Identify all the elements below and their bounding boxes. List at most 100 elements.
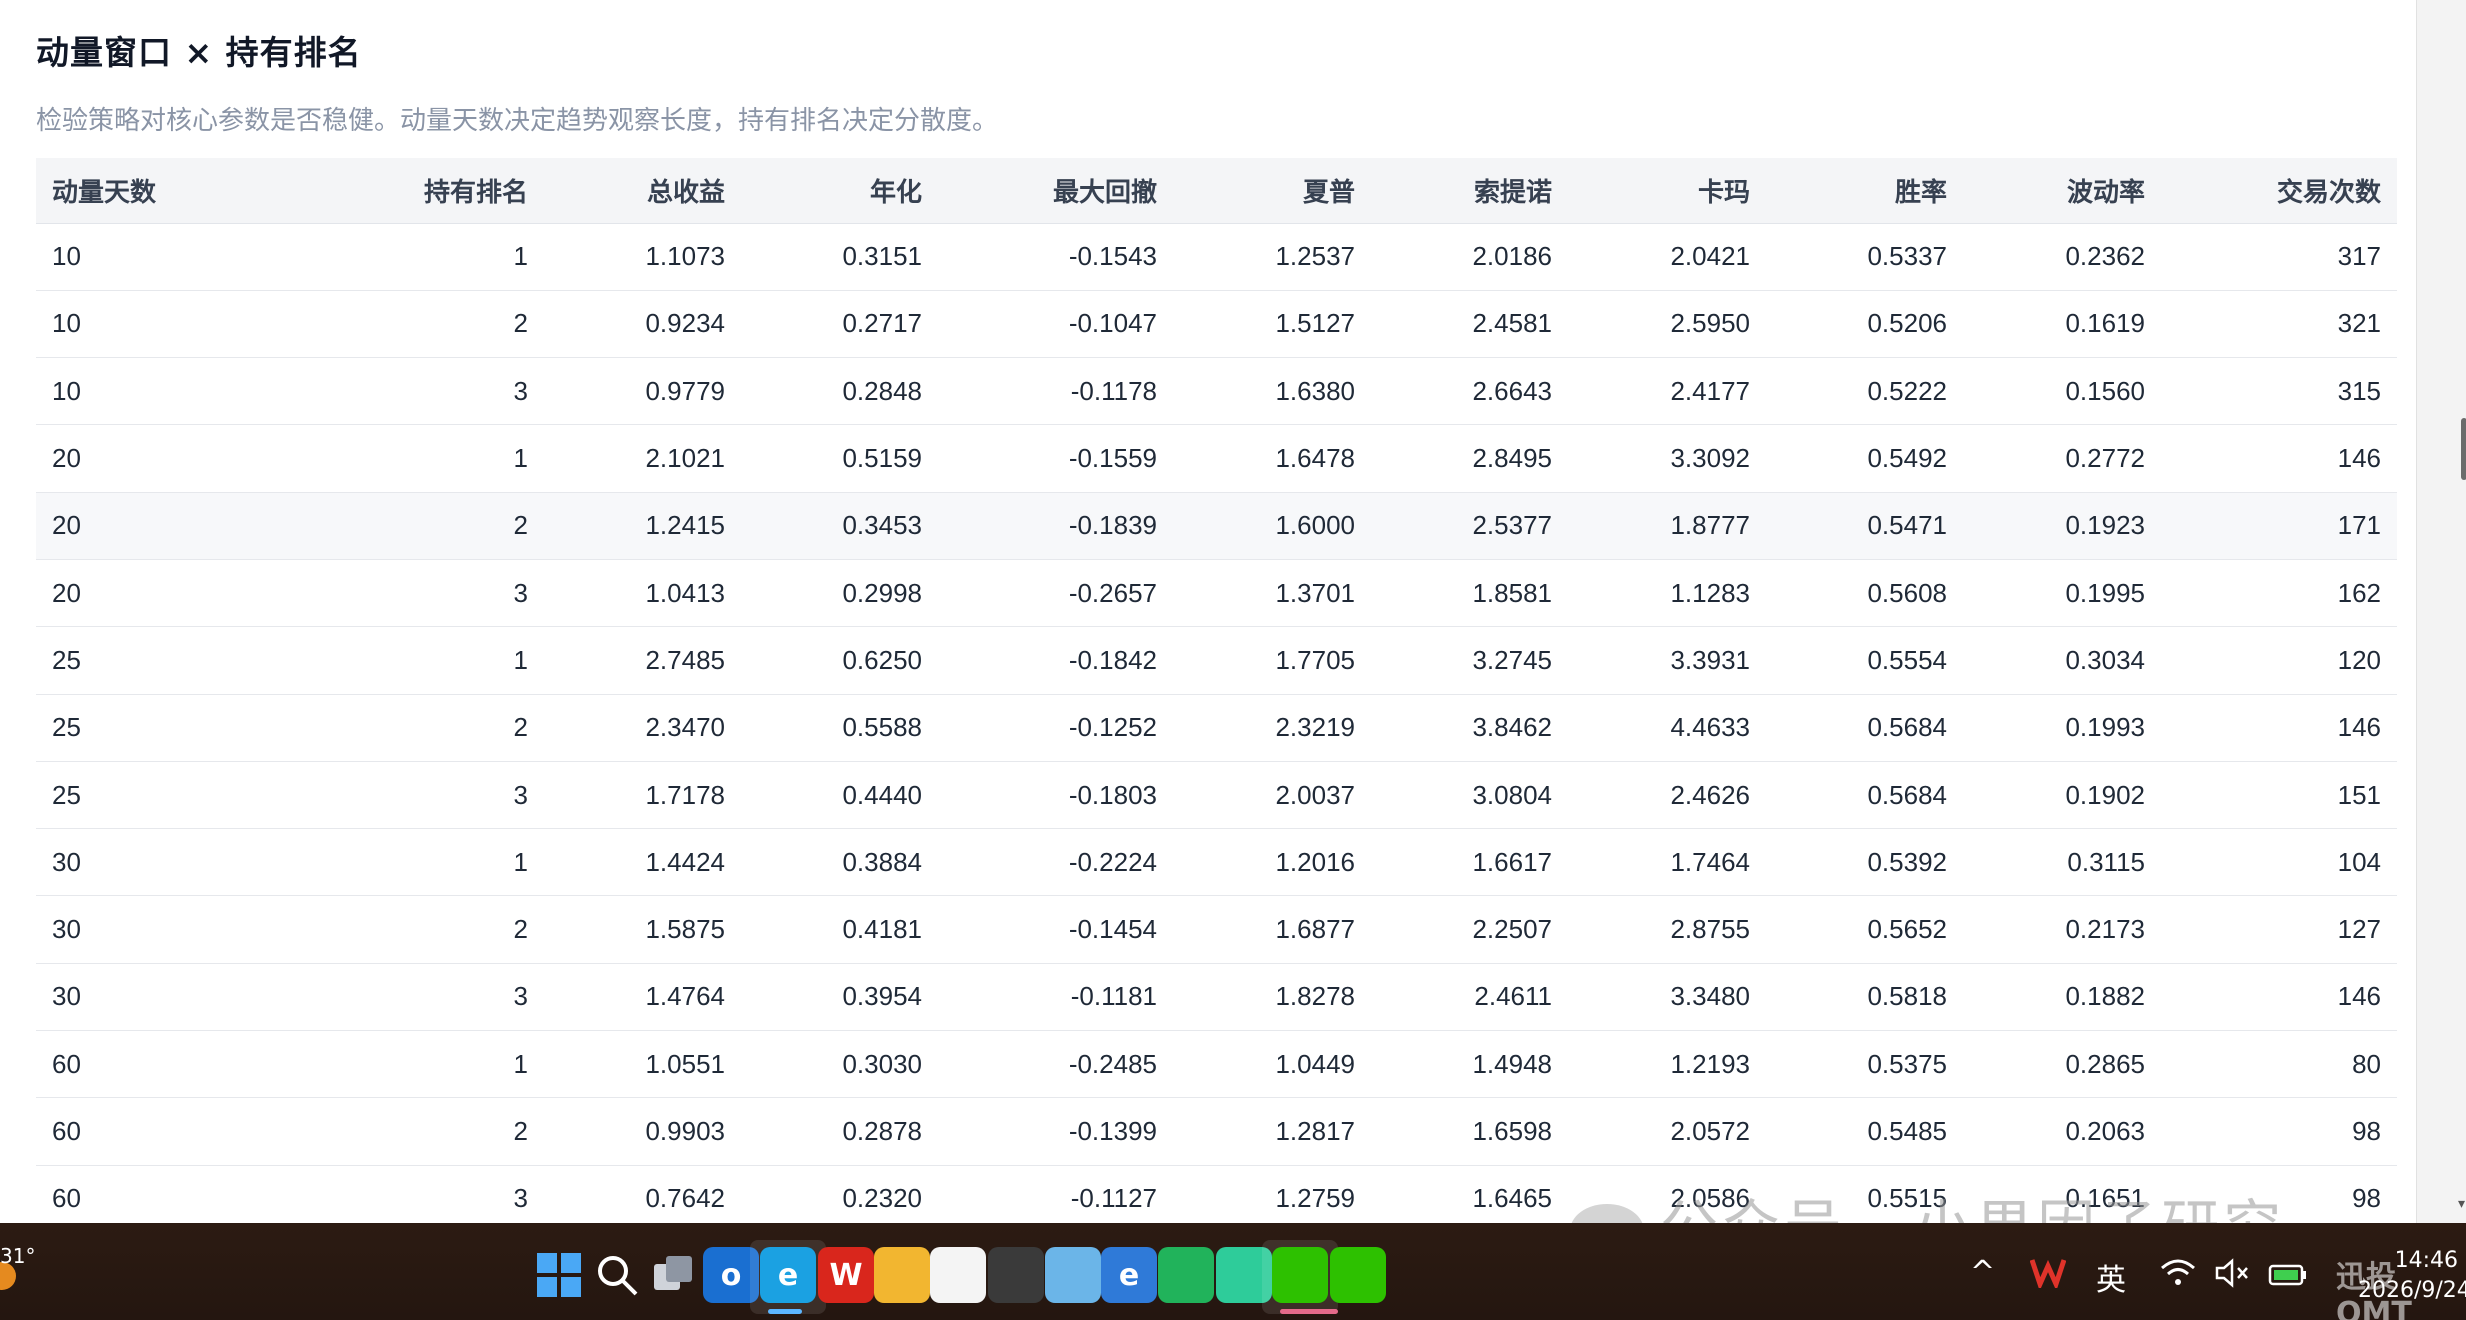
table-cell: 80: [2161, 1030, 2397, 1099]
table-row[interactable]: 30 3 1.4764 0.3954 -0.1181 1.8278 2.4611 3.3480…: [36, 963, 2397, 1032]
table-cell: 0.2717: [741, 290, 938, 359]
table-cell: 1.2016: [1173, 828, 1371, 897]
table-cell: 0.5471: [1766, 492, 1963, 560]
table-row[interactable]: 10 3 0.9779 0.2848 -0.1178 1.6380 2.6643 2.4177…: [36, 357, 2397, 426]
table-cell: 2.6643: [1371, 357, 1568, 426]
weather-temp[interactable]: 31°: [0, 1244, 35, 1268]
tray-overflow-chevron-icon[interactable]: ^: [1970, 1255, 1995, 1290]
table-cell: 1.5127: [1173, 290, 1371, 359]
table-cell: -0.2485: [938, 1030, 1173, 1099]
table-cell: 0.9903: [544, 1097, 741, 1166]
table-cell: 2.3219: [1173, 694, 1371, 762]
table-cell: 0.2848: [741, 357, 938, 426]
table-cell: 1: [206, 626, 544, 695]
right-scroll-panel: [2416, 0, 2466, 1223]
table-cell: 2.7485: [544, 626, 741, 695]
ime-indicator[interactable]: 英: [2096, 1255, 2126, 1299]
table-row[interactable]: 30 2 1.5875 0.4181 -0.1454 1.6877 2.2507 2.8755…: [36, 895, 2397, 964]
bag-app-icon[interactable]: [1158, 1247, 1214, 1303]
store-icon[interactable]: [930, 1247, 986, 1303]
tray-wps-icon[interactable]: [2029, 1256, 2067, 1291]
file-explorer-icon[interactable]: [874, 1247, 930, 1303]
wifi-icon[interactable]: [2160, 1258, 2196, 1296]
table-cell: 1.4948: [1371, 1030, 1568, 1099]
edge-icon[interactable]: e: [760, 1247, 816, 1303]
results-table-container: 动量天数 持有排名 总收益 年化 最大回撤 夏普 索提诺 卡玛 胜率 波动率 交易次数 10 1 1.1…: [36, 158, 2397, 1223]
table-cell: 60: [36, 1165, 206, 1223]
table-row[interactable]: 25 2 2.3470 0.5588 -0.1252 2.3219 3.8462 4.4633…: [36, 694, 2397, 762]
table-cell: 2: [206, 1097, 544, 1166]
search-icon[interactable]: [589, 1247, 645, 1303]
table-cell: 0.5392: [1766, 828, 1963, 897]
page-subtitle: 检验策略对核心参数是否稳健。动量天数决定趋势观察长度，持有排名决定分散度。: [36, 106, 999, 136]
table-row[interactable]: 60 2 0.9903 0.2878 -0.1399 1.2817 1.6598 2.0572…: [36, 1097, 2397, 1166]
main-page: 动量窗口 × 持有排名 检验策略对核心参数是否稳健。动量天数决定趋势观察长度，持…: [0, 0, 2416, 1223]
table-cell: 0.4440: [741, 761, 938, 830]
clock-time: 14:46: [2394, 1248, 2458, 1273]
table-cell: 0.2362: [1963, 223, 2161, 291]
table-cell: 25: [36, 626, 206, 695]
table-cell: 2.4177: [1568, 357, 1766, 426]
table-header-row: 动量天数 持有排名 总收益 年化 最大回撤 夏普 索提诺 卡玛 胜率 波动率 交易次数: [36, 158, 2397, 224]
taskbar-active-indicator: [768, 1309, 802, 1314]
column-header[interactable]: 年化: [741, 158, 938, 224]
table-cell: 0.3954: [741, 963, 938, 1032]
table-cell: 1.6465: [1371, 1165, 1568, 1223]
table-cell: 3: [206, 761, 544, 830]
column-header[interactable]: 总收益: [544, 158, 741, 224]
scrollbar-thumb[interactable]: [2461, 418, 2466, 480]
table-cell: 2.8495: [1371, 424, 1568, 493]
table-cell: 3: [206, 357, 544, 426]
table-row[interactable]: 30 1 1.4424 0.3884 -0.2224 1.2016 1.6617 1.7464…: [36, 828, 2397, 897]
table-cell: 0.1993: [1963, 694, 2161, 762]
battery-charging-icon[interactable]: [2268, 1260, 2308, 1295]
table-cell: 146: [2161, 424, 2397, 493]
column-header[interactable]: 交易次数: [2161, 158, 2397, 224]
table-cell: -0.1559: [938, 424, 1173, 493]
table-cell: -0.1127: [938, 1165, 1173, 1223]
table-cell: 3: [206, 963, 544, 1032]
table-cell: -0.1839: [938, 492, 1173, 560]
volume-muted-icon[interactable]: [2214, 1258, 2250, 1296]
column-header[interactable]: 卡玛: [1568, 158, 1766, 224]
start-icon[interactable]: [531, 1247, 587, 1303]
table-cell: 104: [2161, 828, 2397, 897]
column-header[interactable]: 胜率: [1766, 158, 1963, 224]
table-cell: 1.0449: [1173, 1030, 1371, 1099]
scroll-down-icon[interactable]: ▾: [2458, 1196, 2465, 1212]
table-cell: 0.7642: [544, 1165, 741, 1223]
table-cell: -0.2224: [938, 828, 1173, 897]
column-header[interactable]: 索提诺: [1371, 158, 1568, 224]
system-clock[interactable]: 14:46 2026/9/24: [2358, 1246, 2466, 1306]
table-row[interactable]: 10 1 1.1073 0.3151 -0.1543 1.2537 2.0186 2.0421…: [36, 223, 2397, 291]
table-row[interactable]: 20 3 1.0413 0.2998 -0.2657 1.3701 1.8581 1.1283…: [36, 559, 2397, 628]
column-header[interactable]: 夏普: [1173, 158, 1371, 224]
table-body: 10 1 1.1073 0.3151 -0.1543 1.2537 2.0186 2.0421…: [36, 223, 2397, 1223]
table-row[interactable]: 60 1 1.0551 0.3030 -0.2485 1.0449 1.4948 1.2193…: [36, 1030, 2397, 1099]
column-header[interactable]: 持有排名: [206, 158, 544, 224]
table-cell: -0.1803: [938, 761, 1173, 830]
paint-icon[interactable]: [1045, 1247, 1101, 1303]
edge-ai-icon[interactable]: e: [1101, 1247, 1157, 1303]
table-row[interactable]: 25 1 2.7485 0.6250 -0.1842 1.7705 3.2745 3.3931…: [36, 626, 2397, 695]
chat-app-icon[interactable]: [1330, 1247, 1386, 1303]
table-cell: -0.1543: [938, 223, 1173, 291]
table-cell: 0.2878: [741, 1097, 938, 1166]
table-cell: 3.0804: [1371, 761, 1568, 830]
table-cell: 30: [36, 828, 206, 897]
table-row[interactable]: 20 2 1.2415 0.3453 -0.1839 1.6000 2.5377 1.8777…: [36, 492, 2397, 560]
column-header[interactable]: 波动率: [1963, 158, 2161, 224]
table-cell: 1.6877: [1173, 895, 1371, 964]
task-view-icon[interactable]: [645, 1247, 701, 1303]
table-row[interactable]: 25 3 1.7178 0.4440 -0.1803 2.0037 3.0804 2.4626…: [36, 761, 2397, 830]
wps-icon[interactable]: W: [818, 1247, 874, 1303]
table-cell: 2.0421: [1568, 223, 1766, 291]
column-header[interactable]: 最大回撤: [938, 158, 1173, 224]
wechat-icon[interactable]: [1272, 1247, 1328, 1303]
table-cell: 0.2320: [741, 1165, 938, 1223]
column-header[interactable]: 动量天数: [36, 158, 206, 224]
table-cell: 0.9779: [544, 357, 741, 426]
unity-icon[interactable]: [988, 1247, 1044, 1303]
table-row[interactable]: 20 1 2.1021 0.5159 -0.1559 1.6478 2.8495 3.3092…: [36, 424, 2397, 493]
table-row[interactable]: 10 2 0.9234 0.2717 -0.1047 1.5127 2.4581 2.5950…: [36, 290, 2397, 359]
